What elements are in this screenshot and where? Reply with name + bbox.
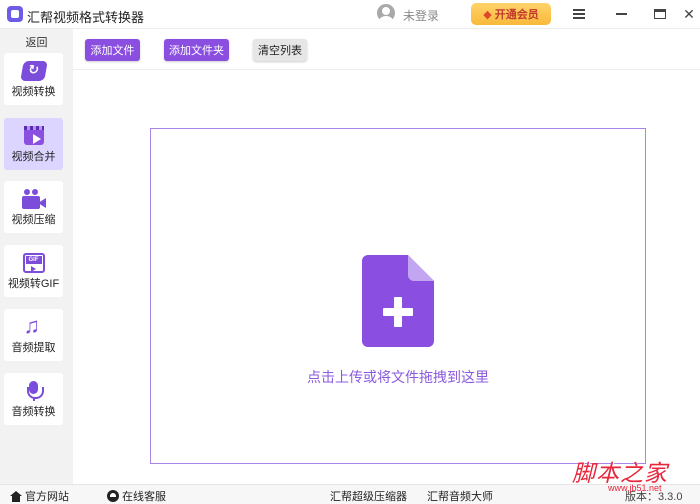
minimize-icon: [615, 13, 627, 15]
sidebar-item-label: 视频合并: [11, 151, 56, 163]
microphone-stand: [32, 397, 35, 401]
audio-master-link[interactable]: 汇帮音频大师: [427, 488, 493, 504]
maximize-icon: [654, 9, 666, 19]
drop-hint: 点击上传或将文件拖拽到这里: [307, 369, 489, 385]
customer-service-icon: [107, 490, 119, 502]
title-bar: 汇帮视频格式转换器 未登录 ◆ 开通会员 ✕: [0, 0, 700, 29]
maximize-button[interactable]: [649, 4, 671, 24]
hamburger-icon: [573, 9, 585, 19]
vip-button[interactable]: ◆ 开通会员: [471, 3, 551, 25]
sidebar-item-video-to-gif[interactable]: 视频转GIF: [4, 245, 63, 297]
add-folder-button[interactable]: 添加文件夹: [164, 39, 229, 61]
add-file-button[interactable]: 添加文件: [85, 39, 140, 61]
sidebar-item-video-convert[interactable]: 视频转换: [4, 53, 63, 105]
clear-list-button[interactable]: 清空列表: [253, 39, 307, 61]
home-icon: [10, 490, 22, 502]
vip-button-label: 开通会员: [494, 9, 539, 21]
user-avatar-icon[interactable]: [377, 4, 395, 22]
compressor-link[interactable]: 汇帮超级压缩器: [330, 488, 407, 504]
gif-icon: [22, 253, 45, 273]
sidebar-item-label: 视频压缩: [11, 214, 56, 226]
online-support-link[interactable]: 在线客服: [107, 488, 166, 504]
sidebar-item-label: 音频提取: [11, 342, 56, 354]
music-note-icon: [22, 313, 46, 339]
video-convert-icon: [19, 61, 48, 81]
sidebar: 返回 视频转换 视频合并 视频压缩 视频转GIF 音频提取 音频转换: [0, 29, 73, 484]
official-site-link[interactable]: 官方网站: [10, 488, 69, 504]
sidebar-item-label: 视频转GIF: [7, 278, 60, 290]
close-icon: ✕: [683, 5, 695, 22]
sidebar-item-video-compress[interactable]: 视频压缩: [4, 181, 63, 233]
app-title: 汇帮视频格式转换器: [27, 10, 145, 25]
official-site-label: 官方网站: [25, 491, 69, 503]
file-drop-zone[interactable]: 点击上传或将文件拖拽到这里: [150, 128, 646, 464]
online-support-label: 在线客服: [122, 491, 166, 503]
version-text: 版本：3.3.0: [625, 491, 683, 503]
video-merge-icon: [23, 126, 44, 145]
status-bar: 官方网站 在线客服 汇帮超级压缩器 汇帮音频大师 版本：3.3.0: [0, 484, 700, 504]
sidebar-item-audio-extract[interactable]: 音频提取: [4, 309, 63, 361]
diamond-icon: ◆: [483, 8, 492, 21]
microphone-icon: [22, 381, 46, 401]
sidebar-item-audio-convert[interactable]: 音频转换: [4, 373, 63, 425]
login-status[interactable]: 未登录: [403, 7, 439, 24]
app-logo-icon: [7, 6, 23, 22]
video-compress-icon: [21, 189, 46, 209]
sidebar-item-label: 视频转换: [11, 86, 56, 98]
minimize-button[interactable]: [610, 4, 632, 24]
sidebar-item-label: 音频转换: [11, 406, 56, 418]
close-button[interactable]: ✕: [678, 4, 700, 24]
camera-reels-icon: [23, 189, 38, 196]
file-add-icon: [362, 255, 434, 347]
sidebar-item-video-merge[interactable]: 视频合并: [4, 118, 63, 170]
toolbar: 添加文件 添加文件夹 清空列表: [73, 29, 700, 70]
back-link[interactable]: 返回: [0, 34, 73, 50]
menu-button[interactable]: [568, 4, 590, 24]
